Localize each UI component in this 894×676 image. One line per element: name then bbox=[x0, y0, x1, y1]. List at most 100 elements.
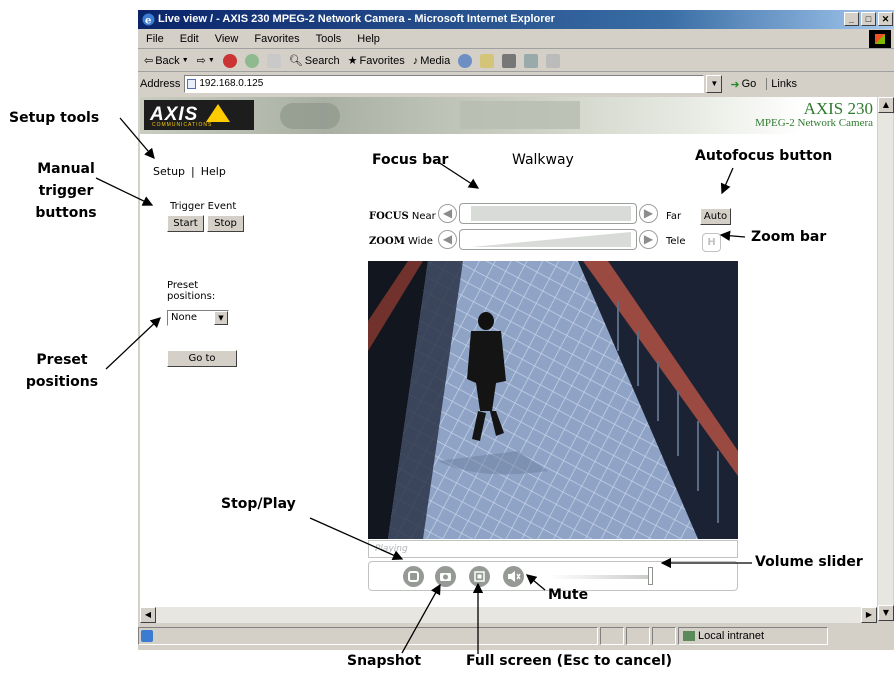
stop-icon[interactable] bbox=[222, 53, 237, 68]
snapshot-button[interactable] bbox=[435, 566, 456, 587]
menu-bar: File Edit View Favorites Tools Help bbox=[138, 29, 894, 49]
discuss-icon[interactable] bbox=[546, 53, 561, 68]
chevron-down-icon: ▼ bbox=[207, 57, 215, 64]
stop-icon bbox=[408, 571, 419, 582]
camera-icon bbox=[440, 573, 451, 581]
forward-button[interactable]: ⇨ ▼ bbox=[197, 54, 215, 67]
scroll-right-icon[interactable]: ▶ bbox=[861, 607, 877, 623]
autofocus-button[interactable]: Auto bbox=[700, 208, 731, 225]
banner-decoration bbox=[280, 103, 340, 129]
status-pane bbox=[626, 627, 650, 645]
favorites-icon: ★ bbox=[347, 55, 358, 67]
scroll-down-icon[interactable]: ▼ bbox=[878, 605, 894, 621]
focus-far-arrow-icon[interactable]: ▶ bbox=[639, 204, 658, 223]
menu-help[interactable]: Help bbox=[349, 33, 388, 45]
search-icon: 🔍︎ bbox=[288, 55, 303, 67]
zoom-label: ZOOM Wide bbox=[369, 236, 433, 247]
svg-text:e: e bbox=[145, 16, 151, 27]
annotation-snapshot: Snapshot bbox=[347, 653, 422, 669]
annotation-volume-slider: Volume slider bbox=[755, 554, 863, 570]
live-video-view[interactable] bbox=[368, 261, 738, 539]
media-button[interactable]: ♪ Media bbox=[413, 55, 450, 67]
axis-logo-triangle-icon bbox=[206, 104, 230, 122]
local-intranet-icon bbox=[683, 631, 695, 641]
volume-slider-thumb[interactable] bbox=[648, 567, 653, 585]
zoom-tele-arrow-icon[interactable]: ▶ bbox=[639, 230, 658, 249]
product-subtitle: MPEG-2 Network Camera bbox=[755, 117, 873, 129]
annotation-zoom-bar: Zoom bar bbox=[751, 229, 827, 245]
horizontal-scrollbar[interactable]: ◀ ▶ bbox=[140, 607, 877, 623]
preset-selected-value: None bbox=[171, 312, 198, 323]
print-icon[interactable] bbox=[502, 53, 517, 68]
camera-name: Walkway bbox=[512, 152, 574, 168]
history-icon[interactable] bbox=[458, 53, 473, 68]
search-button[interactable]: 🔍︎ Search bbox=[288, 54, 340, 68]
menu-tools[interactable]: Tools bbox=[308, 33, 350, 45]
toolbar: ⇦ Back ▼ ⇨ ▼ 🔍︎ Search ★ Favorites ♪ Media bbox=[138, 50, 894, 72]
zone-label: Local intranet bbox=[698, 630, 765, 642]
setup-tools: Setup | Help bbox=[153, 165, 232, 178]
menu-edit[interactable]: Edit bbox=[172, 33, 207, 45]
help-link[interactable]: Help bbox=[201, 165, 226, 178]
trigger-stop-button[interactable]: Stop bbox=[207, 215, 244, 232]
focus-near-arrow-icon[interactable]: ◀ bbox=[438, 204, 457, 223]
edit-icon[interactable] bbox=[524, 53, 539, 68]
chevron-down-icon: ▼ bbox=[181, 57, 189, 64]
status-text bbox=[138, 627, 598, 645]
page-icon bbox=[141, 630, 153, 642]
home-icon[interactable] bbox=[266, 53, 281, 68]
menu-favorites[interactable]: Favorites bbox=[246, 33, 307, 45]
window-title: Live view / - AXIS 230 MPEG-2 Network Ca… bbox=[158, 13, 555, 25]
zoom-bar-fill bbox=[471, 232, 631, 247]
address-url: 192.168.0.125 bbox=[199, 78, 264, 89]
banner-decoration bbox=[460, 101, 580, 129]
hold-button[interactable]: H bbox=[702, 233, 721, 252]
focus-bar[interactable] bbox=[459, 203, 637, 224]
favorites-button[interactable]: ★ Favorites bbox=[347, 54, 405, 68]
minimize-button[interactable]: _ bbox=[844, 12, 859, 26]
zoom-wide-arrow-icon[interactable]: ◀ bbox=[438, 230, 457, 249]
address-input[interactable]: 192.168.0.125 bbox=[184, 75, 705, 93]
menu-file[interactable]: File bbox=[138, 33, 172, 45]
links-button[interactable]: Links bbox=[766, 78, 797, 90]
goto-button[interactable]: Go to bbox=[167, 350, 237, 367]
stop-play-button[interactable] bbox=[403, 566, 424, 587]
trigger-start-button[interactable]: Start bbox=[167, 215, 204, 232]
setup-link[interactable]: Setup bbox=[153, 165, 185, 178]
status-pane bbox=[600, 627, 624, 645]
zoom-bar[interactable] bbox=[459, 229, 637, 250]
address-dropdown-button[interactable]: ▼ bbox=[706, 75, 723, 93]
menu-view[interactable]: View bbox=[207, 33, 247, 45]
annotation-focus-bar: Focus bar bbox=[372, 152, 449, 168]
vertical-scrollbar[interactable]: ▲ ▼ bbox=[877, 97, 894, 621]
volume-slider-track[interactable] bbox=[549, 575, 653, 579]
speaker-icon bbox=[508, 571, 521, 582]
focus-label: FOCUS Near bbox=[369, 211, 436, 222]
back-arrow-icon: ⇦ bbox=[144, 55, 154, 67]
scroll-up-icon[interactable]: ▲ bbox=[878, 97, 894, 113]
annotation-setup-tools: Setup tools bbox=[9, 110, 100, 126]
annotation-line: trigger bbox=[38, 183, 94, 199]
annotation-line: Preset bbox=[36, 352, 88, 368]
mail-icon[interactable] bbox=[480, 53, 495, 68]
media-label: Media bbox=[420, 54, 451, 67]
preset-select[interactable]: None ▼ bbox=[167, 310, 229, 326]
banner: AXIS COMMUNICATIONS AXIS 230 MPEG-2 Netw… bbox=[140, 97, 877, 134]
focus-near-label: Near bbox=[411, 211, 436, 222]
close-button[interactable]: ✕ bbox=[878, 12, 893, 26]
axis-logo-sub: COMMUNICATIONS bbox=[152, 122, 213, 128]
back-button[interactable]: ⇦ Back ▼ bbox=[144, 54, 189, 68]
favorites-label: Favorites bbox=[359, 54, 405, 67]
annotation-line: buttons bbox=[35, 205, 97, 221]
full-screen-button[interactable] bbox=[469, 566, 490, 587]
annotation-preset-positions: Preset positions bbox=[22, 349, 102, 393]
maximize-button[interactable]: □ bbox=[861, 12, 876, 26]
annotation-mute: Mute bbox=[548, 587, 589, 603]
mute-button[interactable] bbox=[503, 566, 524, 587]
refresh-icon[interactable] bbox=[244, 53, 259, 68]
status-bar: Local intranet bbox=[138, 625, 894, 647]
video-frame bbox=[368, 261, 738, 539]
chevron-down-icon[interactable]: ▼ bbox=[214, 311, 228, 325]
go-button[interactable]: ➜ Go bbox=[730, 78, 756, 91]
scroll-left-icon[interactable]: ◀ bbox=[140, 607, 156, 623]
